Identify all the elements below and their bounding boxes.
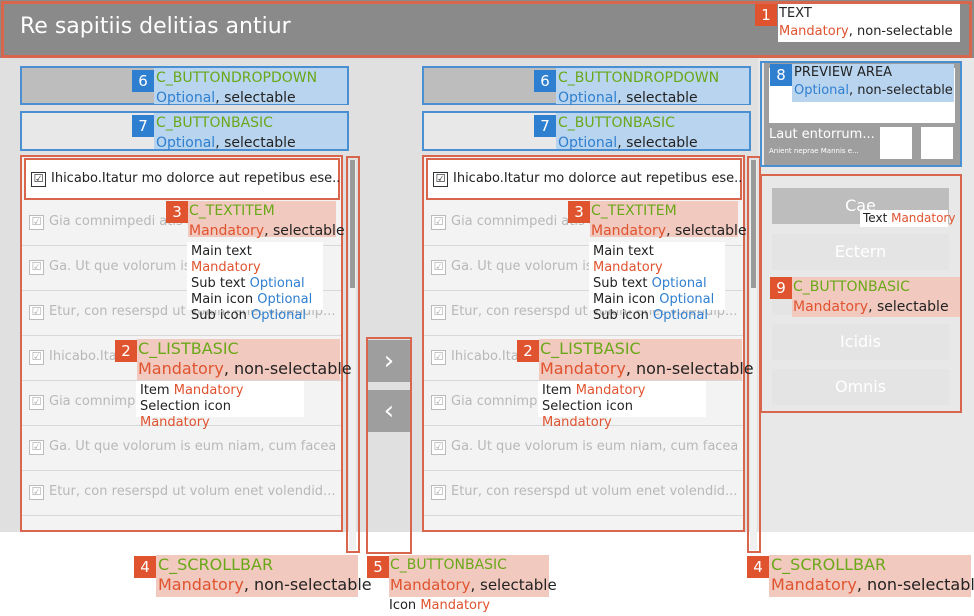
annotation-label-textitem: C_TEXTITEM Mandatory, selectable [188, 201, 345, 239]
annotation-label-side-button: C_BUTTONBASIC Mandatory, selectable [792, 277, 960, 317]
annotation-frame-scrollbar [747, 156, 761, 553]
annotation-label-preview: PREVIEW AREA Optional, non-selectable [792, 64, 954, 102]
annotation-details-textitem: Main text Mandatory Sub text Optional Ma… [589, 242, 725, 323]
annotation-number: 9 [770, 277, 792, 299]
annotation-icon-label: Icon Mandatory [389, 598, 491, 613]
annotation-label-dropdown: C_BUTTONDROPDOWN Optional, selectable [556, 68, 749, 106]
annotation-frame-scrollbar [346, 156, 360, 553]
annotation-number: 4 [134, 556, 156, 578]
annotation-number: 2 [115, 340, 137, 362]
annotation-number: 3 [166, 201, 188, 223]
annotation-details-listbasic: Item Mandatory Selection icon Mandatory [538, 381, 706, 430]
annotation-frame-transfer [366, 337, 412, 554]
annotation-label-textitem: C_TEXTITEM Mandatory, selectable [590, 201, 747, 239]
annotation-number: 7 [132, 115, 154, 137]
annotation-number: 4 [747, 556, 769, 578]
annotation-number: 7 [534, 115, 556, 137]
annotation-label-button: C_BUTTONBASIC Optional, selectable [556, 113, 749, 151]
annotation-number: 6 [534, 70, 556, 92]
annotation-label-scrollbar: C_SCROLLBAR Mandatory, non-selectable [156, 555, 372, 597]
annotation-label-dropdown: C_BUTTONDROPDOWN Optional, selectable [154, 68, 347, 106]
annotation-number: 8 [770, 64, 792, 86]
annotation-number: 2 [517, 340, 539, 362]
annotation-label-button: C_BUTTONBASIC Optional, selectable [154, 113, 347, 151]
annotation-label-listbasic: C_LISTBASIC Mandatory, non-selectable [137, 339, 352, 380]
annotation-label-listbasic: C_LISTBASIC Mandatory, non-selectable [539, 339, 754, 380]
annotation-text-label: Text Mandatory [860, 210, 955, 227]
annotation-label-scrollbar: C_SCROLLBAR Mandatory, non-selectable [769, 555, 974, 597]
annotation-details-listbasic: Item Mandatory Selection icon Mandatory [136, 381, 304, 430]
annotation-number: 5 [367, 556, 389, 578]
annotation-number: 1 [755, 4, 777, 26]
annotation-label-text: TEXT Mandatory, non-selectable [778, 4, 960, 42]
annotation-details-textitem: Main text Mandatory Sub text Optional Ma… [187, 242, 323, 323]
annotation-number: 3 [568, 201, 590, 223]
annotation-number: 6 [132, 70, 154, 92]
annotation-label-transfer: C_BUTTONBASIC Mandatory, selectable [389, 555, 557, 597]
